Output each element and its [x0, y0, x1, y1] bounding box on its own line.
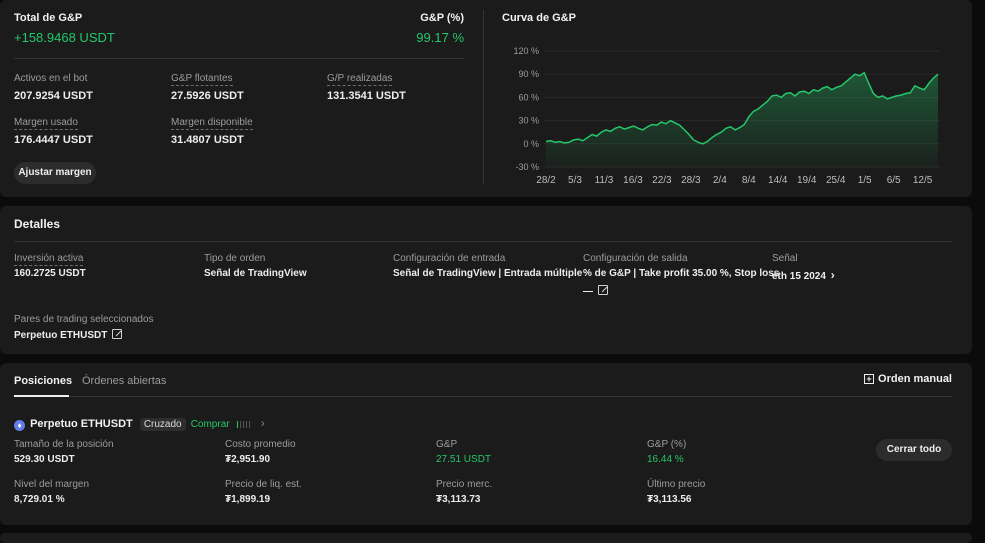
plus-square-icon: + [864, 374, 875, 384]
entry-config-value: Señal de TradingView | Entrada múltiple [393, 268, 583, 279]
margin-mode-badge: Cruzado [139, 418, 186, 431]
x-tick-label: 25/4 [826, 175, 846, 186]
x-tick-label: 22/3 [652, 175, 672, 186]
next-card-edge [0, 533, 972, 543]
pnl-curve-chart: 120 % 90 % 60 % 30 % 0 % -30 % 28/2 5/3 11/3 16/… [513, 46, 940, 186]
pnl-curve-area [546, 72, 938, 167]
x-tick-label: 14/4 [768, 175, 788, 186]
pnl-pct-label: G&P (%) [420, 12, 464, 24]
margin-available-value: 31.4807 USDT [171, 134, 244, 146]
close-all-button[interactable]: Cerrar todo [876, 439, 952, 461]
exit-config-label: Configuración de salida [583, 253, 688, 264]
liq-price-value: ₮1,899.19 [225, 494, 271, 505]
x-tick-label: 19/4 [797, 175, 817, 186]
position-pnl-pct-label: G&P (%) [647, 439, 687, 450]
position-pnl-pct-value: 16.44 % [647, 454, 684, 465]
position-header: ♦ Perpetuo ETHUSDT Cruzado Comprar › [14, 416, 265, 431]
active-investment-value: 160.2725 USDT [14, 268, 86, 279]
summary-divider [14, 58, 464, 59]
x-tick-label: 8/4 [742, 175, 756, 186]
mark-price-value: ₮3,113.73 [436, 494, 481, 505]
mark-price-label: Precio merc. [436, 479, 493, 490]
external-link-icon[interactable] [112, 329, 123, 339]
x-tick-label: 2/4 [713, 175, 727, 186]
x-tick-label: 16/3 [623, 175, 643, 186]
chevron-right-icon[interactable]: › [261, 416, 265, 430]
total-pnl-value: +158.9468 USDT [14, 30, 115, 45]
pnl-curve-title: Curva de G&P [502, 12, 576, 24]
signal-name: eth 15 2024 [772, 271, 826, 282]
manual-order-button[interactable]: + Orden manual [864, 373, 952, 385]
y-tick-label: 60 % [518, 92, 539, 102]
active-investment-label[interactable]: Inversión activa [14, 253, 84, 266]
pnl-pct-value: 99.17 % [416, 30, 464, 45]
order-type-label: Tipo de orden [204, 253, 266, 264]
details-title: Detalles [14, 217, 61, 231]
x-tick-label: 28/3 [681, 175, 701, 186]
exit-config-value-dash: — [583, 286, 593, 297]
y-tick-label: 0 % [523, 139, 539, 149]
liq-price-label: Precio de liq. est. [225, 479, 302, 490]
exit-config-edit[interactable]: — [583, 285, 608, 297]
details-card: Detalles Inversión activa 160.2725 USDT … [0, 206, 972, 354]
details-divider [14, 241, 952, 242]
position-side-badge: Comprar [190, 419, 230, 430]
y-tick-label: 30 % [518, 116, 539, 126]
y-tick-label: 90 % [518, 69, 539, 79]
x-tick-label: 28/2 [536, 175, 556, 186]
positions-card: Posiciones Órdenes abiertas + Orden manua… [0, 363, 972, 525]
leverage-bars [236, 418, 252, 430]
chevron-right-icon: › [830, 268, 835, 282]
positions-divider [14, 396, 952, 397]
position-pnl-value: 27.51 USDT [436, 454, 492, 465]
summary-card: Total de G&P +158.9468 USDT G&P (%) 99.1… [0, 0, 972, 197]
ethereum-icon: ♦ [14, 420, 25, 431]
x-tick-label: 11/3 [595, 175, 614, 186]
entry-config-label: Configuración de entrada [393, 253, 506, 264]
margin-used-value: 176.4447 USDT [14, 134, 93, 146]
manual-order-label: Orden manual [878, 373, 952, 385]
position-size-label: Tamaño de la posición [14, 439, 114, 450]
avg-cost-label: Costo promedio [225, 439, 296, 450]
total-pnl-label: Total de G&P [14, 12, 83, 24]
x-tick-label: 6/5 [887, 175, 901, 186]
floating-pnl-value: 27.5926 USDT [171, 90, 244, 102]
y-tick-label: 120 % [513, 46, 539, 56]
trading-pairs-name: Perpetuo ETHUSDT [14, 330, 108, 341]
adjust-margin-button[interactable]: Ajustar margen [14, 162, 96, 184]
tab-open-orders[interactable]: Órdenes abiertas [82, 375, 166, 387]
summary-vertical-divider [483, 10, 484, 185]
signal-label: Señal [772, 253, 798, 264]
margin-used-label[interactable]: Margen usado [14, 117, 78, 130]
position-size-value: 529.30 USDT [14, 454, 75, 465]
x-tick-label: 12/5 [913, 175, 933, 186]
trading-pairs-value[interactable]: Perpetuo ETHUSDT [14, 329, 123, 341]
assets-value: 207.9254 USDT [14, 90, 93, 102]
last-price-label: Último precio [647, 479, 706, 490]
x-tick-label: 5/3 [568, 175, 582, 186]
margin-level-label: Nivel del margen [14, 479, 90, 490]
x-tick-label: 1/5 [858, 175, 872, 186]
last-price-value: ₮3,113.56 [647, 494, 692, 505]
margin-level-value: 8,729.01 % [14, 494, 65, 505]
realized-pnl-label[interactable]: G/P realizadas [327, 73, 393, 86]
position-pair-name: Perpetuo ETHUSDT [30, 418, 133, 430]
margin-available-label[interactable]: Margen disponible [171, 117, 253, 130]
y-tick-label: -30 % [515, 162, 539, 172]
trading-pairs-label: Pares de trading seleccionados [14, 314, 154, 325]
signal-value[interactable]: eth 15 2024 › [772, 268, 835, 282]
avg-cost-value: ₮2,951.90 [225, 454, 271, 465]
exit-config-value: % de G&P | Take profit 35.00 %, Stop los… [583, 268, 780, 279]
assets-label: Activos en el bot [14, 73, 88, 84]
floating-pnl-label[interactable]: G&P flotantes [171, 73, 233, 86]
tab-active-underline [14, 395, 69, 397]
position-pnl-label: G&P [436, 439, 458, 450]
order-type-value: Señal de TradingView [204, 268, 307, 279]
tab-positions[interactable]: Posiciones [14, 375, 72, 387]
realized-pnl-value: 131.3541 USDT [327, 90, 406, 102]
edit-icon[interactable] [598, 285, 608, 295]
